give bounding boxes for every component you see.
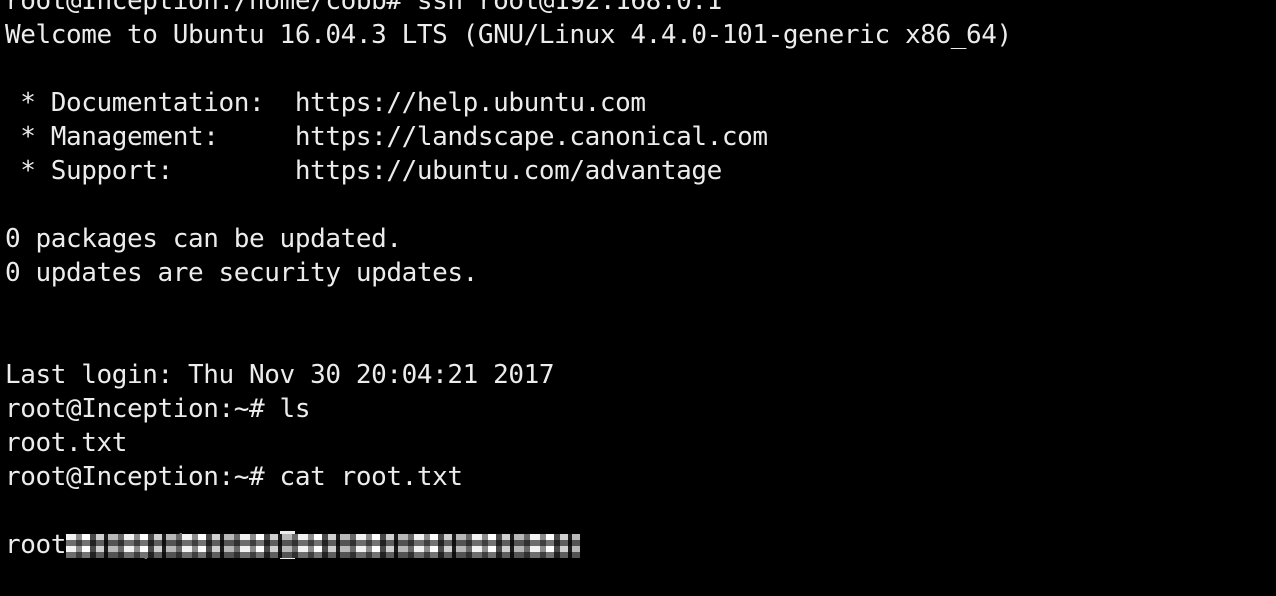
- terminal-line-documentation: * Documentation: https://help.ubuntu.com: [5, 88, 646, 118]
- terminal-line-cat-command: root@Inception:~# cat root.txt: [5, 462, 463, 492]
- terminal-line-support: * Support: https://ubuntu.com/advantage: [5, 156, 722, 186]
- terminal-line-management: * Management: https://landscape.canonica…: [5, 122, 768, 152]
- terminal-line-ls-output: root.txt: [5, 428, 128, 458]
- terminal-line-security-updates: 0 updates are security updates.: [5, 258, 478, 288]
- terminal-line-redacted-output: [5, 494, 1276, 558]
- terminal-line-welcome: Welcome to Ubuntu 16.04.3 LTS (GNU/Linux…: [5, 20, 1012, 50]
- terminal-line-ls-command: root@Inception:~# ls: [5, 394, 311, 424]
- terminal-line-last-login: Last login: Thu Nov 30 20:04:21 2017: [5, 360, 555, 390]
- terminal-window[interactable]: root@Inception:/home/cobb# ssh root@192.…: [0, 0, 1276, 574]
- redacted-flag-pixelated: [66, 534, 581, 558]
- terminal-line-packages-updated: 0 packages can be updated.: [5, 224, 402, 254]
- terminal-line-ssh-command: root@Inception:/home/cobb# ssh root@192.…: [5, 0, 722, 16]
